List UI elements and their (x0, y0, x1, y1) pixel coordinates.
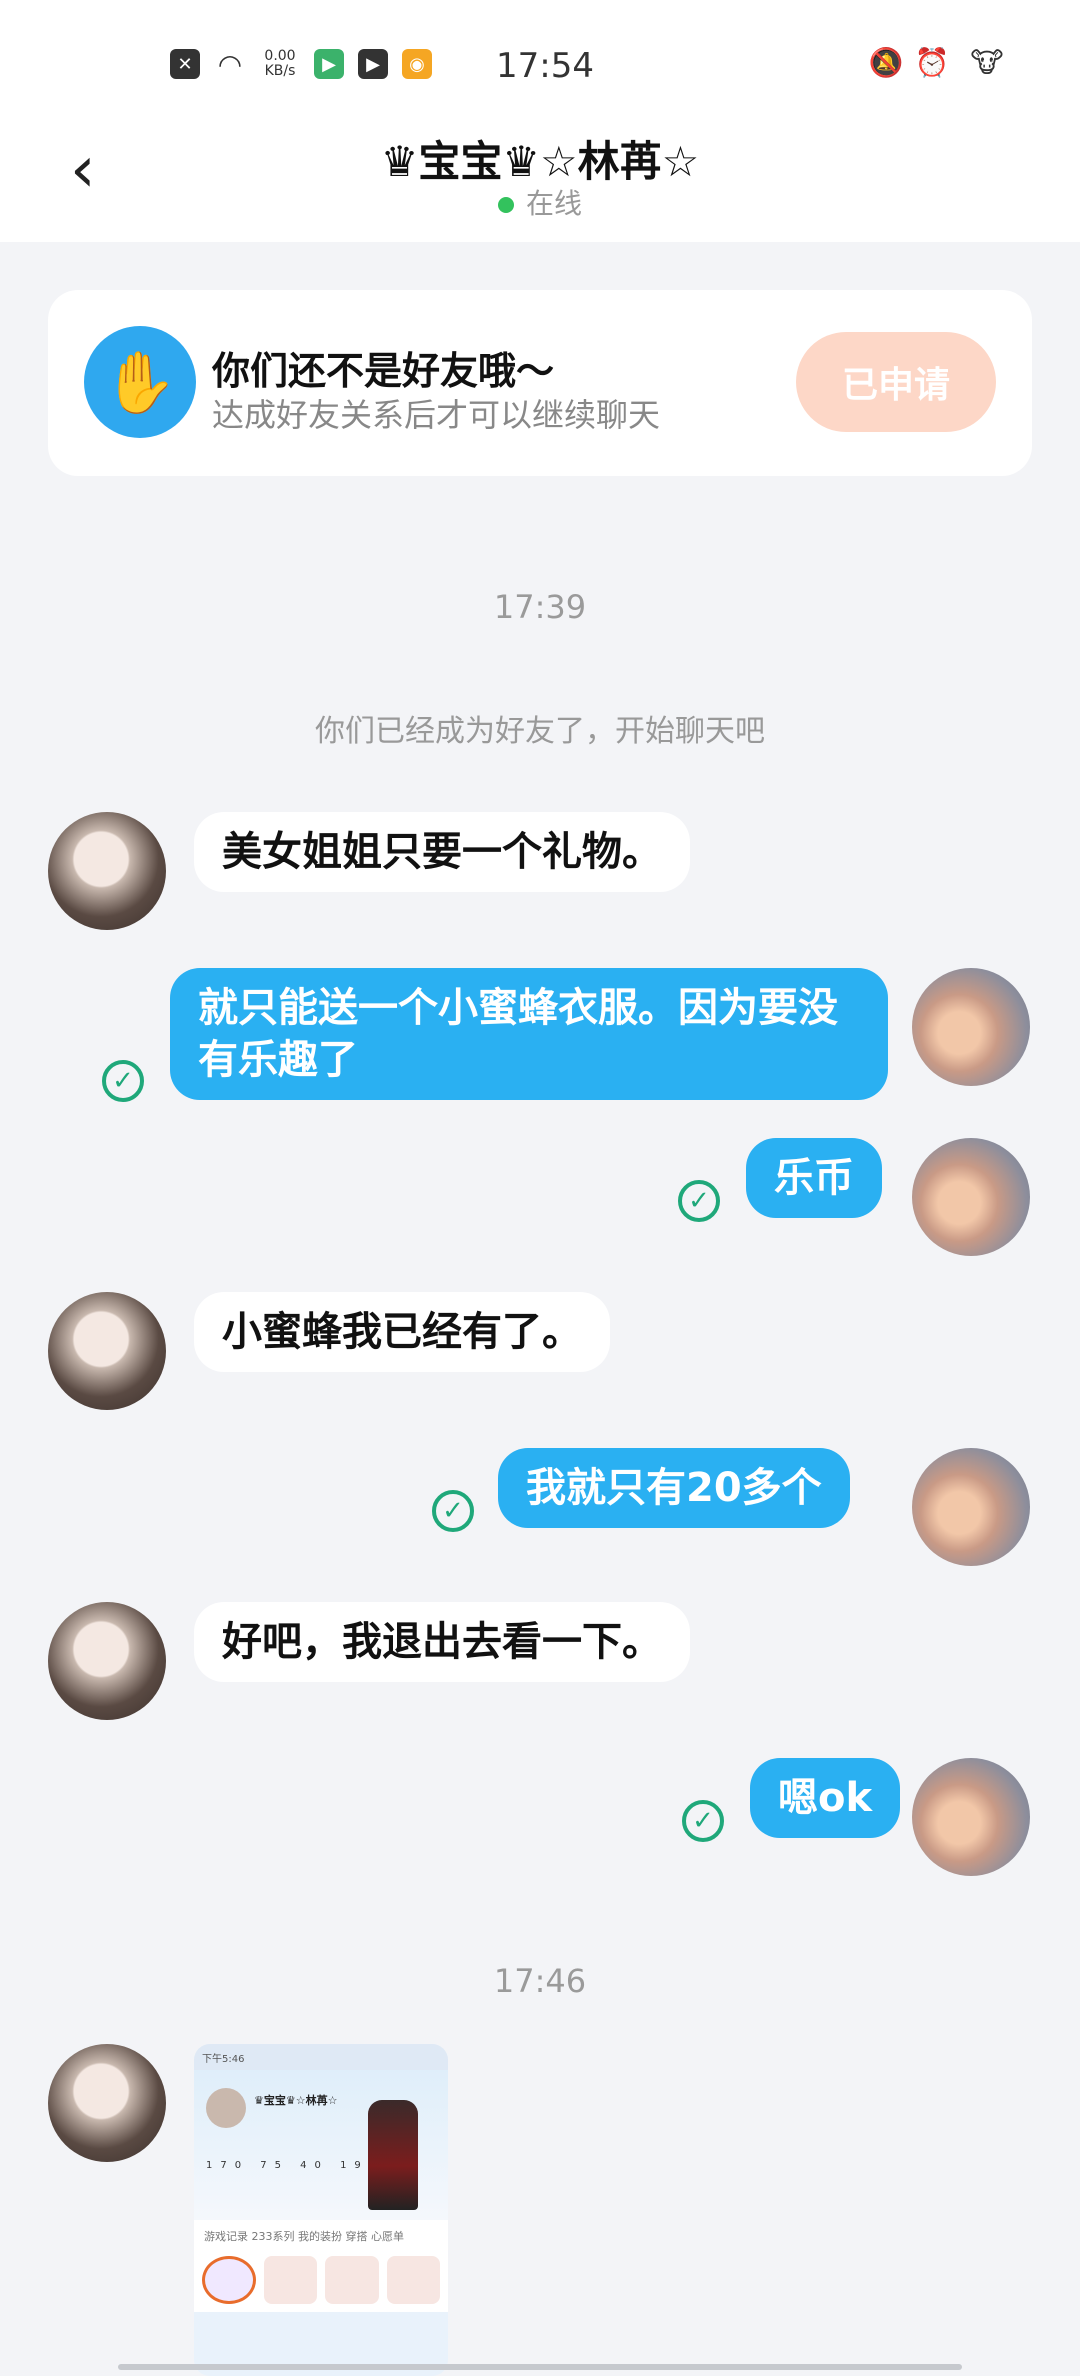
avatar[interactable] (48, 812, 166, 930)
wifi-icon: ◠ (217, 47, 243, 81)
chat-header: ‹ ♛宝宝♛☆林苒☆ 在线 (0, 120, 1080, 242)
message-bubble-incoming[interactable]: 美女姐姐只要一个礼物。 (194, 812, 690, 892)
item-cell (202, 2256, 256, 2304)
friend-request-card: ✋ 你们还不是好友哦～ 达成好友关系后才可以继续聊天 已申请 (48, 290, 1032, 476)
home-indicator[interactable] (118, 2364, 962, 2370)
avatar[interactable] (48, 2044, 166, 2162)
screenshot-tabs: 游戏记录 233系列 我的装扮 穿搭 心愿单 (194, 2220, 448, 2248)
weibo-icon: ◉ (402, 49, 432, 79)
read-check-icon: ✓ (432, 1490, 474, 1532)
sim-off-icon: ✕ (170, 49, 200, 79)
card-title: 你们还不是好友哦～ (212, 349, 555, 393)
message-bubble-incoming[interactable]: 好吧，我退出去看一下。 (194, 1602, 690, 1682)
video-icon: ▶ (358, 49, 388, 79)
item-cell (386, 2256, 440, 2304)
online-status-label: 在线 (525, 187, 582, 220)
alarm-icon: ⏰ (914, 45, 950, 79)
timestamp: 17:39 (493, 588, 587, 626)
read-check-icon: ✓ (678, 1180, 720, 1222)
app-icon: ▶ (314, 49, 344, 79)
status-icons-left: ✕ ◠ 0.00 KB/s ▶ ▶ ◉ (170, 47, 432, 81)
read-check-icon: ✓ (102, 1060, 144, 1102)
avatar[interactable] (912, 968, 1030, 1086)
avatar[interactable] (912, 1758, 1030, 1876)
screenshot-avatar (206, 2088, 246, 2128)
avatar[interactable] (912, 1448, 1030, 1566)
mute-icon: 🔕 (868, 45, 904, 79)
image-message[interactable]: 下午5:46 ♛宝宝♛☆林苒☆ 170 75 40 19 游戏记录 233系列 … (194, 2044, 448, 2376)
screenshot-statusbar: 下午5:46 (194, 2044, 448, 2070)
message-bubble-incoming[interactable]: 小蜜蜂我已经有了。 (194, 1292, 610, 1372)
clock: 17:54 (496, 46, 594, 86)
message-bubble-outgoing[interactable]: 我就只有20多个 (498, 1448, 850, 1528)
screenshot-name: ♛宝宝♛☆林苒☆ (254, 2094, 338, 2107)
avatar[interactable] (912, 1138, 1030, 1256)
hand-wave-icon: ✋ (84, 326, 196, 438)
read-check-icon: ✓ (682, 1800, 724, 1842)
screenshot-profile: ♛宝宝♛☆林苒☆ 170 75 40 19 (194, 2070, 448, 2220)
card-subtitle: 达成好友关系后才可以继续聊天 (212, 396, 661, 434)
cow-avatar-icon: 🐮 (970, 45, 1004, 79)
status-icons-right: 🔕 ⏰ 🐮 (868, 45, 1012, 79)
page-title: ♛宝宝♛☆林苒☆ (380, 137, 700, 186)
message-bubble-outgoing[interactable]: 嗯ok (750, 1758, 901, 1838)
item-cell (263, 2256, 317, 2304)
item-cell (325, 2256, 379, 2304)
screenshot-item-grid (194, 2248, 448, 2312)
online-dot-icon (497, 197, 514, 213)
avatar[interactable] (48, 1602, 166, 1720)
system-message: 你们已经成为好友了，开始聊天吧 (315, 714, 765, 749)
online-status: 在线 (0, 182, 1080, 222)
timestamp: 17:46 (493, 1962, 587, 2000)
message-bubble-outgoing[interactable]: 就只能送一个小蜜蜂衣服。因为要没有乐趣了 (170, 968, 888, 1100)
status-bar: ✕ ◠ 0.00 KB/s ▶ ▶ ◉ 17:54 🔕 ⏰ 🐮 (0, 0, 1080, 120)
applied-button[interactable]: 已申请 (796, 332, 996, 432)
net-speed: 0.00 KB/s (264, 48, 296, 79)
message-bubble-outgoing[interactable]: 乐币 (746, 1138, 882, 1218)
character-figure (368, 2100, 418, 2210)
avatar[interactable] (48, 1292, 166, 1410)
screenshot-stats: 170 75 40 19 (206, 2160, 369, 2171)
